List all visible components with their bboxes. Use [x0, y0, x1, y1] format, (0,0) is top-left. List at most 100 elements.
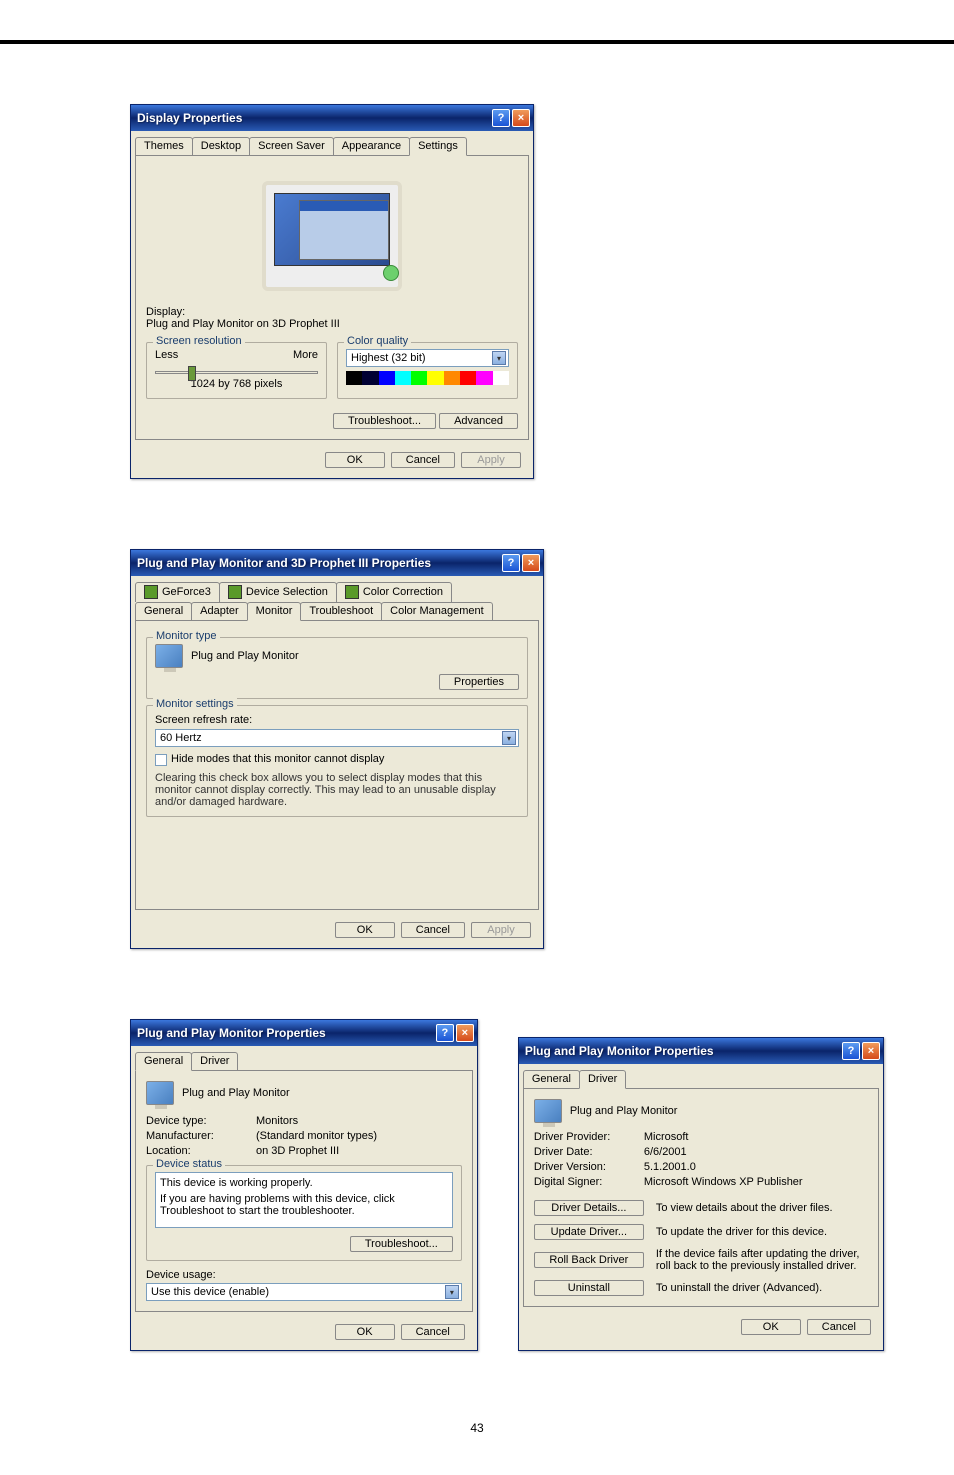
- tab-general[interactable]: General: [523, 1070, 580, 1088]
- troubleshoot-button[interactable]: Troubleshoot...: [350, 1236, 453, 1252]
- color-quality-combo[interactable]: Highest (32 bit) ▾: [346, 349, 509, 367]
- group-device-status: Device status: [153, 1158, 225, 1170]
- refresh-value: 60 Hertz: [160, 732, 502, 744]
- window-title: Plug and Play Monitor Properties: [137, 1026, 434, 1040]
- uninstall-desc: To uninstall the driver (Advanced).: [656, 1282, 868, 1294]
- close-button[interactable]: ×: [862, 1042, 880, 1060]
- slider-more: More: [293, 349, 318, 361]
- help-button[interactable]: ?: [492, 109, 510, 127]
- monitor-name: Plug and Play Monitor: [570, 1105, 678, 1117]
- update-driver-button[interactable]: Update Driver...: [534, 1224, 644, 1240]
- window-title: Display Properties: [137, 111, 490, 125]
- digital-signer-key: Digital Signer:: [534, 1176, 644, 1188]
- status-text: This device is working properly.: [160, 1177, 448, 1189]
- tab-general[interactable]: General: [135, 602, 192, 620]
- rollback-driver-button[interactable]: Roll Back Driver: [534, 1252, 644, 1268]
- slider-less: Less: [155, 349, 178, 361]
- display-value: Plug and Play Monitor on 3D Prophet III: [146, 318, 518, 330]
- window-title: Plug and Play Monitor and 3D Prophet III…: [137, 556, 500, 570]
- driver-version-key: Driver Version:: [534, 1161, 644, 1173]
- titlebar[interactable]: Plug and Play Monitor Properties ? ×: [131, 1020, 477, 1046]
- driver-details-button[interactable]: Driver Details...: [534, 1200, 644, 1216]
- tab-troubleshoot[interactable]: Troubleshoot: [300, 602, 382, 620]
- chevron-down-icon: ▾: [502, 731, 516, 745]
- monitor-icon: [146, 1081, 174, 1105]
- tab-adapter[interactable]: Adapter: [191, 602, 248, 620]
- titlebar[interactable]: Plug and Play Monitor and 3D Prophet III…: [131, 550, 543, 576]
- tabstrip: Themes Desktop Screen Saver Appearance S…: [131, 131, 533, 155]
- tab-geforce3[interactable]: GeForce3: [135, 582, 220, 602]
- tab-device-selection[interactable]: Device Selection: [219, 582, 337, 602]
- nvidia-icon: [144, 585, 158, 599]
- resolution-slider[interactable]: [155, 371, 318, 374]
- manufacturer-val: (Standard monitor types): [256, 1130, 377, 1142]
- tab-desktop[interactable]: Desktop: [192, 137, 250, 155]
- cancel-button[interactable]: Cancel: [401, 922, 465, 938]
- device-type-val: Monitors: [256, 1115, 298, 1127]
- hide-modes-label: Hide modes that this monitor cannot disp…: [171, 753, 384, 765]
- driver-version-val: 5.1.2001.0: [644, 1161, 696, 1173]
- digital-signer-val: Microsoft Windows XP Publisher: [644, 1176, 803, 1188]
- apply-button[interactable]: Apply: [471, 922, 531, 938]
- tab-color-management[interactable]: Color Management: [381, 602, 493, 620]
- close-button[interactable]: ×: [512, 109, 530, 127]
- tab-color-correction[interactable]: Color Correction: [336, 582, 452, 602]
- tab-settings[interactable]: Settings: [409, 137, 467, 156]
- tab-screensaver[interactable]: Screen Saver: [249, 137, 334, 155]
- chevron-down-icon: ▾: [445, 1285, 459, 1299]
- device-usage-combo[interactable]: Use this device (enable) ▾: [146, 1283, 462, 1301]
- tab-body: Display: Plug and Play Monitor on 3D Pro…: [135, 155, 529, 440]
- help-button[interactable]: ?: [842, 1042, 860, 1060]
- tab-themes[interactable]: Themes: [135, 137, 193, 155]
- titlebar[interactable]: Plug and Play Monitor Properties ? ×: [519, 1038, 883, 1064]
- ok-button[interactable]: OK: [335, 1324, 395, 1340]
- properties-button[interactable]: Properties: [439, 674, 519, 690]
- location-key: Location:: [146, 1145, 256, 1157]
- group-resolution-title: Screen resolution: [153, 335, 245, 347]
- uninstall-button[interactable]: Uninstall: [534, 1280, 644, 1296]
- ok-button[interactable]: OK: [335, 922, 395, 938]
- group-monitor-settings: Monitor settings: [153, 698, 237, 710]
- hide-modes-desc: Clearing this check box allows you to se…: [155, 772, 519, 808]
- group-color-title: Color quality: [344, 335, 411, 347]
- titlebar[interactable]: Display Properties ? ×: [131, 105, 533, 131]
- troubleshoot-button[interactable]: Troubleshoot...: [333, 413, 436, 429]
- advanced-button[interactable]: Advanced: [439, 413, 518, 429]
- ok-button[interactable]: OK: [741, 1319, 801, 1335]
- location-val: on 3D Prophet III: [256, 1145, 339, 1157]
- driver-date-val: 6/6/2001: [644, 1146, 687, 1158]
- tab-general[interactable]: General: [135, 1052, 192, 1071]
- tab-driver[interactable]: Driver: [579, 1070, 626, 1089]
- device-usage-label: Device usage:: [146, 1269, 462, 1281]
- help-button[interactable]: ?: [502, 554, 520, 572]
- cancel-button[interactable]: Cancel: [807, 1319, 871, 1335]
- driver-provider-val: Microsoft: [644, 1131, 689, 1143]
- color-gradient: [346, 371, 509, 385]
- chevron-down-icon: ▾: [492, 351, 506, 365]
- update-driver-desc: To update the driver for this device.: [656, 1226, 868, 1238]
- ok-button[interactable]: OK: [325, 452, 385, 468]
- color-quality-value: Highest (32 bit): [351, 352, 492, 364]
- manufacturer-key: Manufacturer:: [146, 1130, 256, 1142]
- driver-date-key: Driver Date:: [534, 1146, 644, 1158]
- close-button[interactable]: ×: [456, 1024, 474, 1042]
- device-type-key: Device type:: [146, 1115, 256, 1127]
- help-button[interactable]: ?: [436, 1024, 454, 1042]
- monitor-preview: [146, 166, 518, 306]
- monitor-name: Plug and Play Monitor: [191, 650, 299, 662]
- nvidia-icon: [345, 585, 359, 599]
- cancel-button[interactable]: Cancel: [391, 452, 455, 468]
- tab-monitor[interactable]: Monitor: [247, 602, 302, 621]
- close-button[interactable]: ×: [522, 554, 540, 572]
- apply-button[interactable]: Apply: [461, 452, 521, 468]
- display-properties-dialog: Display Properties ? × Themes Desktop Sc…: [130, 104, 534, 479]
- device-usage-value: Use this device (enable): [151, 1286, 445, 1298]
- cancel-button[interactable]: Cancel: [401, 1324, 465, 1340]
- window-title: Plug and Play Monitor Properties: [525, 1044, 840, 1058]
- monitor-name: Plug and Play Monitor: [182, 1087, 290, 1099]
- tab-driver[interactable]: Driver: [191, 1052, 238, 1070]
- tab-appearance[interactable]: Appearance: [333, 137, 410, 155]
- nvidia-icon: [228, 585, 242, 599]
- hide-modes-checkbox[interactable]: Hide modes that this monitor cannot disp…: [155, 753, 519, 766]
- refresh-rate-combo[interactable]: 60 Hertz ▾: [155, 729, 519, 747]
